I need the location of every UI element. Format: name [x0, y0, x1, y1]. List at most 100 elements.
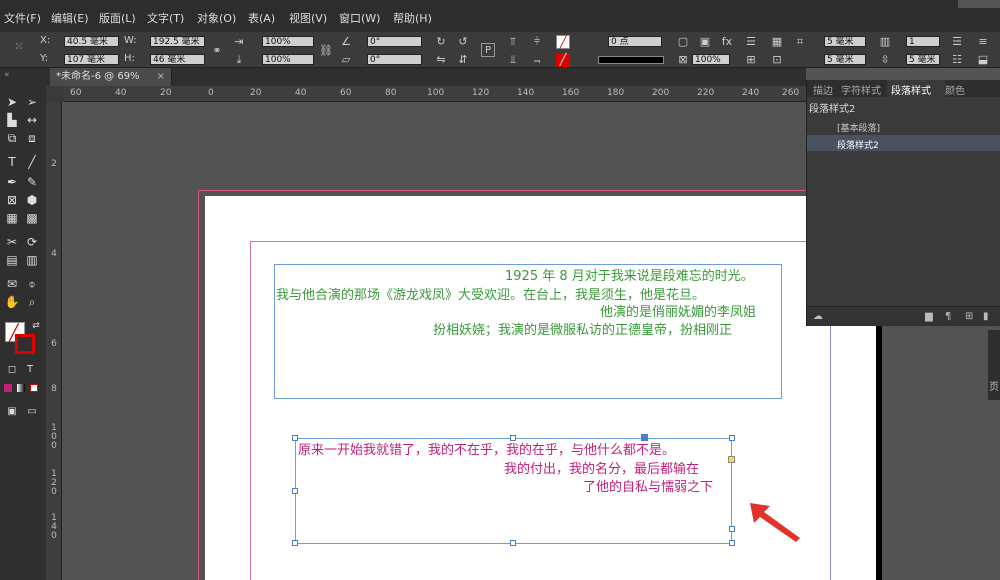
columns-field[interactable]: 1 [906, 36, 940, 47]
line-tool-icon[interactable]: ╱ [24, 154, 40, 170]
reference-point-icon[interactable]: ⁙ [12, 40, 26, 54]
shear-field[interactable]: 0° [367, 54, 422, 65]
grid-tool-icon[interactable]: ▦ [4, 210, 20, 226]
text-wrap-icon[interactable]: ☰ [744, 35, 758, 49]
normal-view-icon[interactable]: ▣ [4, 404, 20, 420]
resize-handle-l[interactable] [292, 488, 298, 494]
text-in-port[interactable] [641, 434, 648, 441]
formatting-container-icon[interactable]: ◻ [4, 362, 20, 378]
text-out-port[interactable] [728, 456, 735, 463]
p-icon[interactable]: P [481, 43, 495, 57]
gap-field-1[interactable]: 5 毫米 [824, 36, 866, 47]
constrain-proportions-icon[interactable]: ⚭ [210, 44, 224, 58]
scale-x-field[interactable]: 100% [262, 36, 314, 47]
content-placer-icon[interactable]: ⧈ [24, 130, 40, 146]
menu-type[interactable]: 文字(T) [147, 10, 184, 26]
style-basic-paragraph[interactable]: [基本段落] [837, 121, 880, 134]
direct-selection-tool-icon[interactable]: ➢ [24, 94, 40, 110]
delete-style-icon[interactable]: ▮ [983, 311, 989, 322]
align-paragraph-icon[interactable]: ☰ [950, 35, 964, 49]
screen-mode-icon[interactable]: ▭ [24, 404, 40, 420]
zoom-tool-icon[interactable]: ⌕ [24, 294, 40, 310]
style-paragraph-2[interactable]: 段落样式2 [837, 138, 879, 151]
resize-handle-tl[interactable] [292, 435, 298, 441]
apply-gradient-icon[interactable] [17, 384, 25, 392]
drop-shadow-icon[interactable]: ▢ [676, 35, 690, 49]
page-tool-icon[interactable]: ▙ [4, 112, 20, 128]
scissors-tool-icon[interactable]: ✂ [4, 234, 20, 250]
scale-y-field[interactable]: 100% [262, 54, 314, 65]
flip-v-icon[interactable]: ⇵ [456, 53, 470, 67]
gap-field-2[interactable]: 5 毫米 [824, 54, 866, 65]
cloud-icon[interactable]: ☁ [813, 311, 823, 322]
align-top-icon[interactable]: ⫪ [506, 35, 520, 49]
eyedropper-tool-icon[interactable]: ⌽ [24, 276, 40, 292]
opacity-field[interactable]: 100% [692, 54, 730, 65]
stroke-type-swatch[interactable] [598, 56, 664, 64]
menu-file[interactable]: 文件(F) [4, 10, 41, 26]
flip-h-icon[interactable]: ⇋ [434, 53, 448, 67]
gutter-field[interactable]: 5 毫米 [906, 54, 940, 65]
resize-handle-tr[interactable] [729, 435, 735, 441]
rectangle-frame-tool-icon[interactable]: ⊠ [4, 192, 20, 208]
rotate-field[interactable]: 0° [367, 36, 422, 47]
content-collector-icon[interactable]: ⧉ [4, 130, 20, 146]
fx-icon[interactable]: fx [720, 35, 734, 49]
type-tool-icon[interactable]: T [4, 154, 20, 170]
menu-edit[interactable]: 编辑(E) [51, 10, 89, 26]
menu-object[interactable]: 对象(O) [197, 10, 236, 26]
justify-icon[interactable]: ≡ [976, 35, 990, 49]
polygon-tool-icon[interactable]: ⬢ [24, 192, 40, 208]
apply-color-icon[interactable] [4, 384, 12, 392]
note-tool-icon[interactable]: ✉ [4, 276, 20, 292]
folder-icon[interactable]: ▆ [925, 311, 933, 322]
vertical-ruler[interactable]: 2 4 6 8 100 120 140 [46, 102, 62, 580]
tab-stroke[interactable]: 描边 [813, 82, 833, 97]
vertical-align-icon[interactable]: ⬓ [976, 53, 990, 67]
swap-fill-stroke-icon[interactable]: ⇄ [28, 318, 44, 334]
align-center-icon[interactable]: ⫩ [530, 35, 544, 49]
panel-collapse-icon[interactable]: « [4, 70, 10, 80]
gradient-feather-tool-icon[interactable]: ▥ [24, 252, 40, 268]
tab-color[interactable]: 颜色 [945, 82, 965, 97]
pen-tool-icon[interactable]: ✒ [4, 174, 20, 190]
h-field[interactable]: 46 毫米 [150, 54, 205, 65]
fill-none-icon[interactable]: ╱ [556, 35, 570, 49]
resize-handle-br[interactable] [729, 540, 735, 546]
pencil-tool-icon[interactable]: ✎ [24, 174, 40, 190]
rotate-ccw-icon[interactable]: ↺ [456, 35, 470, 49]
new-style-icon[interactable]: ⊞ [965, 311, 973, 322]
menu-view[interactable]: 视图(V) [289, 10, 327, 26]
effects-icon[interactable]: ▣ [698, 35, 712, 49]
resize-handle-bl[interactable] [292, 540, 298, 546]
gradient-tool-icon[interactable]: ▤ [4, 252, 20, 268]
w-field[interactable]: 192.5 毫米 [150, 36, 205, 47]
apply-none-icon[interactable] [30, 384, 38, 392]
horizontal-ruler[interactable]: 60 40 20 0 20 40 60 80 100 120 140 160 1… [64, 86, 806, 102]
free-transform-tool-icon[interactable]: ⟳ [24, 234, 40, 250]
menu-help[interactable]: 帮助(H) [393, 10, 432, 26]
align-right-icon[interactable]: ⫬ [530, 53, 544, 67]
clear-overrides-icon[interactable]: ¶ [945, 311, 951, 322]
menu-table[interactable]: 表(A) [248, 10, 275, 26]
tab-character-styles[interactable]: 字符样式 [841, 82, 881, 97]
window-controls[interactable] [958, 0, 1000, 8]
center-content-icon[interactable]: ⊡ [770, 53, 784, 67]
vertical-justify-icon[interactable]: ☷ [950, 53, 964, 67]
align-left-icon[interactable]: ⫫ [506, 53, 520, 67]
frame-grid-tool-icon[interactable]: ▩ [24, 210, 40, 226]
frame-fit-icon[interactable]: ▦ [770, 35, 784, 49]
rotate-cw-icon[interactable]: ↻ [434, 35, 448, 49]
stroke-none-icon[interactable]: ╱ [556, 53, 570, 67]
menu-layout[interactable]: 版面(L) [99, 10, 136, 26]
tab-paragraph-styles[interactable]: 段落样式 [891, 82, 931, 97]
hand-tool-icon[interactable]: ✋ [4, 294, 20, 310]
stroke-swatch[interactable] [15, 334, 35, 354]
resize-handle-t[interactable] [510, 435, 516, 441]
document-tab[interactable]: *未命名-6 @ 69% × [50, 68, 172, 86]
gap-tool-icon[interactable]: ↔ [24, 112, 40, 128]
stroke-weight-field[interactable]: 0 点 [608, 36, 662, 47]
resize-handle-r[interactable] [729, 526, 735, 532]
content-fit-icon[interactable]: ⊞ [744, 53, 758, 67]
menu-window[interactable]: 窗口(W) [339, 10, 380, 26]
